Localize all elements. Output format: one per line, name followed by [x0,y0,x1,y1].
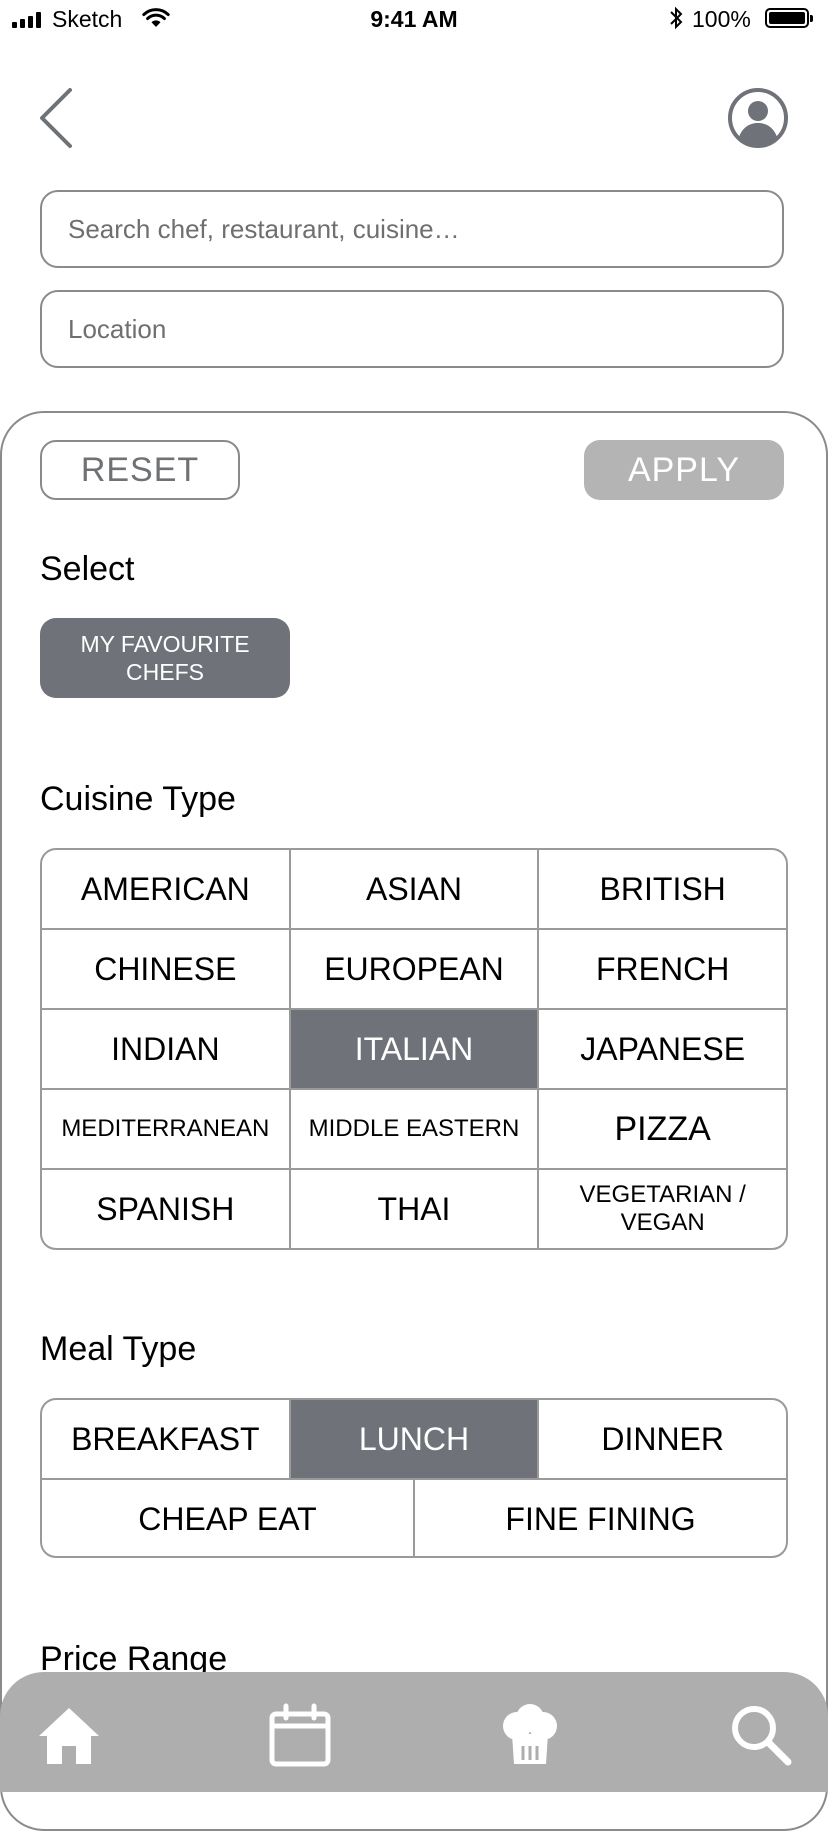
cuisine-grid: AMERICAN ASIAN BRITISH CHINESE EUROPEAN … [40,848,788,1250]
meal-title: Meal Type [40,1330,197,1368]
cuisine-vegetarian-vegan[interactable]: VEGETARIAN / VEGAN [539,1170,786,1248]
search-input[interactable] [40,190,784,268]
select-title: Select [40,550,135,588]
apply-button[interactable]: APPLY [584,440,784,500]
cuisine-pizza[interactable]: PIZZA [539,1090,786,1168]
chevron-left-icon[interactable] [36,86,76,150]
meal-breakfast[interactable]: BREAKFAST [42,1400,289,1478]
cuisine-middle-eastern[interactable]: MIDDLE EASTERN [290,1090,538,1168]
status-bar: Sketch 9:41 AM 100% [0,0,828,40]
cuisine-japanese[interactable]: JAPANESE [539,1010,786,1088]
battery-percent: 100% [692,6,751,32]
meal-dinner[interactable]: DINNER [539,1400,786,1478]
tab-bar [0,1672,828,1792]
calendar-icon[interactable] [267,1702,333,1768]
favourite-chefs-chip[interactable]: MY FAVOURITE CHEFS [40,618,290,698]
cuisine-italian[interactable]: ITALIAN [290,1010,538,1088]
location-input[interactable] [40,290,784,368]
user-circle-icon[interactable] [727,87,789,149]
meal-cheap-eat[interactable]: CHEAP EAT [42,1480,413,1556]
battery-icon [765,8,813,28]
meal-grid: BREAKFAST LUNCH DINNER CHEAP EAT FINE FI… [40,1398,788,1558]
meal-lunch[interactable]: LUNCH [290,1400,538,1478]
cuisine-thai[interactable]: THAI [290,1170,538,1248]
meal-fine-dining[interactable]: FINE FINING [415,1480,786,1556]
cuisine-spanish[interactable]: SPANISH [42,1170,289,1248]
cuisine-asian[interactable]: ASIAN [290,850,538,928]
cuisine-indian[interactable]: INDIAN [42,1010,289,1088]
bluetooth-icon [670,6,683,30]
cuisine-mediterranean[interactable]: MEDITERRANEAN [42,1090,289,1168]
cuisine-american[interactable]: AMERICAN [42,850,289,928]
cuisine-british[interactable]: BRITISH [539,850,786,928]
home-icon[interactable] [36,1702,102,1768]
cuisine-chinese[interactable]: CHINESE [42,930,289,1008]
cuisine-european[interactable]: EUROPEAN [290,930,538,1008]
cuisine-french[interactable]: FRENCH [539,930,786,1008]
cuisine-title: Cuisine Type [40,780,236,818]
chef-hat-icon[interactable] [497,1702,563,1768]
reset-button[interactable]: RESET [40,440,240,500]
search-icon[interactable] [728,1702,794,1768]
